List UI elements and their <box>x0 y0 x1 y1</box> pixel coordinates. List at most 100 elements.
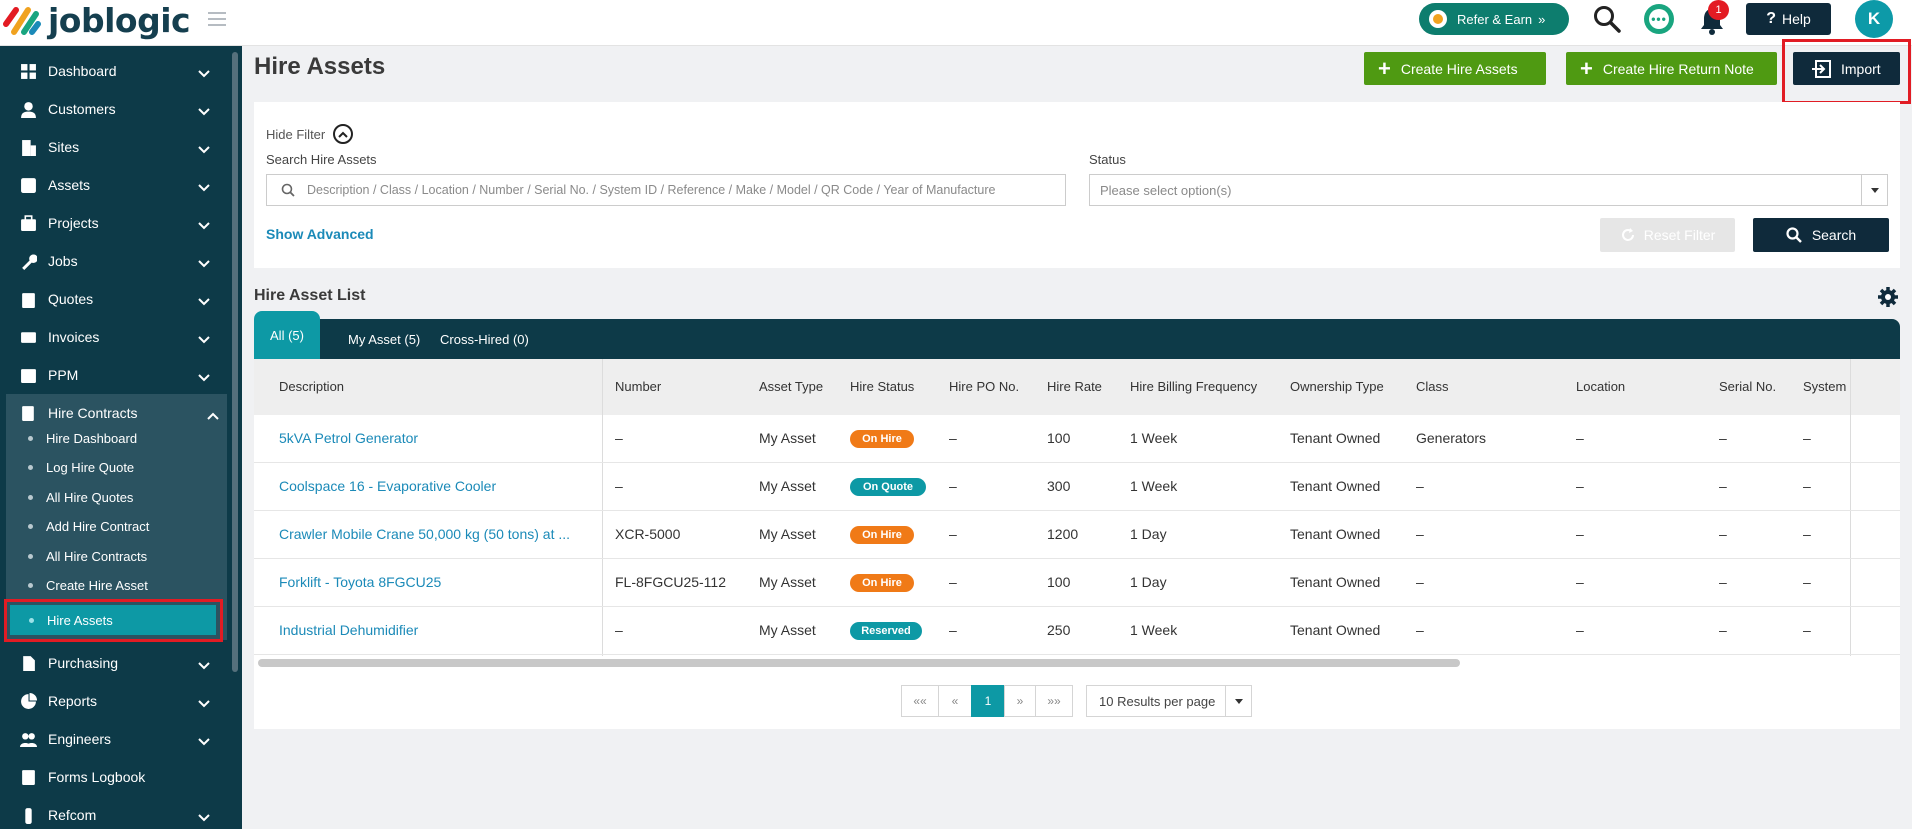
search-button[interactable]: Search <box>1753 218 1889 252</box>
cell-description[interactable]: Crawler Mobile Crane 50,000 kg (50 tons)… <box>279 526 570 542</box>
sidebar-subitem-all-hire-contracts[interactable]: All Hire Contracts <box>6 542 227 570</box>
cell-description[interactable]: 5kVA Petrol Generator <box>279 430 418 446</box>
plus-icon: + <box>1378 55 1391 81</box>
create-hire-assets-button[interactable]: + Create Hire Assets <box>1364 52 1546 85</box>
sidebar-item-sites[interactable]: Sites <box>0 128 232 166</box>
column-header[interactable]: Description <box>279 379 344 394</box>
document-icon <box>20 655 37 672</box>
column-header[interactable]: Hire Billing Frequency <box>1130 379 1257 394</box>
sidebar-item-customers[interactable]: Customers <box>0 90 232 128</box>
cell-description[interactable]: Forklift - Toyota 8FGCU25 <box>279 574 441 590</box>
show-advanced-link[interactable]: Show Advanced <box>266 226 374 242</box>
caret-down-icon <box>1861 175 1887 205</box>
cell-class: – <box>1416 478 1424 494</box>
help-button[interactable]: ? Help <box>1746 3 1831 35</box>
refer-earn-button[interactable]: Refer & Earn » <box>1419 3 1569 35</box>
chat-icon[interactable]: ••• <box>1644 4 1674 34</box>
column-header[interactable]: Hire Status <box>850 379 914 394</box>
sidebar-subitem-all-hire-quotes[interactable]: All Hire Quotes <box>6 483 227 511</box>
avatar[interactable]: K <box>1855 0 1893 38</box>
table-row[interactable]: Coolspace 16 - Evaporative Cooler – My Ass… <box>254 463 1900 511</box>
sidebar-item-dashboard[interactable]: Dashboard <box>0 52 232 90</box>
table-row[interactable]: Forklift - Toyota 8FGCU25 FL-8FGCU25-112 M… <box>254 559 1900 607</box>
search-hire-assets-field[interactable] <box>266 174 1066 206</box>
results-per-page-select[interactable]: 10 Results per page <box>1086 685 1252 717</box>
sidebar-item-quotes[interactable]: Quotes <box>0 280 232 318</box>
sidebar-item-reports[interactable]: Reports <box>0 682 232 720</box>
search-icon <box>281 183 295 197</box>
contract-icon <box>20 405 37 422</box>
column-header[interactable]: Serial No. <box>1719 379 1776 394</box>
top-bar: joblogic Refer & Earn » ••• 1 ? Help K <box>0 0 1912 46</box>
cell-system: – <box>1803 430 1811 446</box>
cell-hire-rate: 100 <box>1047 430 1071 446</box>
sidebar-scrollbar[interactable] <box>232 52 238 672</box>
coin-icon <box>1429 10 1447 28</box>
sidebar-subitem-create-hire-asset[interactable]: Create Hire Asset <box>6 571 227 599</box>
wrench-icon <box>20 253 37 270</box>
search-icon[interactable] <box>1592 4 1622 34</box>
sidebar-item-ppm[interactable]: PPM <box>0 356 232 394</box>
reset-filter-button[interactable]: Reset Filter <box>1600 218 1735 252</box>
page-1-button[interactable]: 1 <box>971 685 1005 717</box>
column-header[interactable]: System <box>1803 379 1846 394</box>
cell-location: – <box>1576 430 1584 446</box>
column-header[interactable]: Ownership Type <box>1290 379 1384 394</box>
joblogic-logo[interactable]: joblogic <box>2 0 191 40</box>
sidebar-subitem-log-hire-quote[interactable]: Log Hire Quote <box>6 453 227 481</box>
status-badge: Reserved <box>850 622 922 640</box>
status-badge: On Hire <box>850 574 914 592</box>
sidebar-item-assets[interactable]: Assets <box>0 166 232 204</box>
chevron-down-icon <box>198 695 210 708</box>
sidebar-subitem-hire-dashboard[interactable]: Hire Dashboard <box>6 424 227 452</box>
prev-page-button[interactable]: « <box>938 685 972 717</box>
next-page-button[interactable]: » <box>1004 685 1036 717</box>
column-header[interactable]: Number <box>615 379 661 394</box>
sidebar-item-forms-logbook[interactable]: Forms Logbook <box>0 758 232 796</box>
sidebar-item-label: Quotes <box>48 291 94 307</box>
sidebar-subitem-add-hire-contract[interactable]: Add Hire Contract <box>6 512 227 540</box>
column-header[interactable]: Asset Type <box>759 379 823 394</box>
search-input[interactable] <box>306 183 1065 197</box>
hide-filter-toggle[interactable]: Hide Filter <box>266 124 354 144</box>
column-header[interactable]: Hire PO No. <box>949 379 1019 394</box>
sidebar-item-projects[interactable]: Projects <box>0 204 232 242</box>
menu-icon[interactable] <box>208 12 226 26</box>
column-header[interactable]: Hire Rate <box>1047 379 1102 394</box>
tab-cross-hired[interactable]: Cross-Hired (0) <box>440 319 529 359</box>
card-icon <box>20 329 37 346</box>
cell-asset-type: My Asset <box>759 574 816 590</box>
sidebar-item-purchasing[interactable]: Purchasing <box>0 644 232 682</box>
cell-class: – <box>1416 622 1424 638</box>
first-page-button[interactable]: «« <box>901 685 939 717</box>
cell-description[interactable]: Coolspace 16 - Evaporative Cooler <box>279 478 496 494</box>
table-row[interactable]: Crawler Mobile Crane 50,000 kg (50 tons)… <box>254 511 1900 559</box>
horizontal-scrollbar[interactable] <box>258 659 1460 667</box>
gear-icon[interactable] <box>1877 286 1899 308</box>
last-page-button[interactable]: »» <box>1035 685 1073 717</box>
create-hire-assets-label: Create Hire Assets <box>1400 60 1518 77</box>
cell-description[interactable]: Industrial Dehumidifier <box>279 622 418 638</box>
sidebar-item-engineers[interactable]: Engineers <box>0 720 232 758</box>
chevron-down-icon <box>198 179 210 192</box>
dashboard-icon <box>20 63 37 80</box>
table-row[interactable]: Industrial Dehumidifier – My Asset Reserved… <box>254 607 1900 655</box>
tab-my-asset[interactable]: My Asset (5) <box>348 319 420 359</box>
plus-icon: + <box>1580 55 1593 81</box>
sidebar-item-invoices[interactable]: Invoices <box>0 318 232 356</box>
create-hire-return-note-button[interactable]: + Create Hire Return Note <box>1566 52 1777 85</box>
sidebar-item-refcom[interactable]: Refcom <box>0 796 232 829</box>
chevron-down-icon <box>198 65 210 78</box>
tab-label: My Asset <box>348 331 401 347</box>
cell-location: – <box>1576 622 1584 638</box>
chevron-down-icon <box>198 103 210 116</box>
table-row[interactable]: 5kVA Petrol Generator – My Asset On Hire – 10… <box>254 415 1900 463</box>
cell-hire-po: – <box>949 526 957 542</box>
chevron-down-icon <box>198 733 210 746</box>
status-select[interactable]: Please select option(s) <box>1089 174 1888 206</box>
sidebar-item-jobs[interactable]: Jobs <box>0 242 232 280</box>
column-header[interactable]: Class <box>1416 379 1449 394</box>
tab-all[interactable]: All (5) <box>254 311 320 359</box>
cell-serial: – <box>1719 526 1727 542</box>
column-header[interactable]: Location <box>1576 379 1625 394</box>
